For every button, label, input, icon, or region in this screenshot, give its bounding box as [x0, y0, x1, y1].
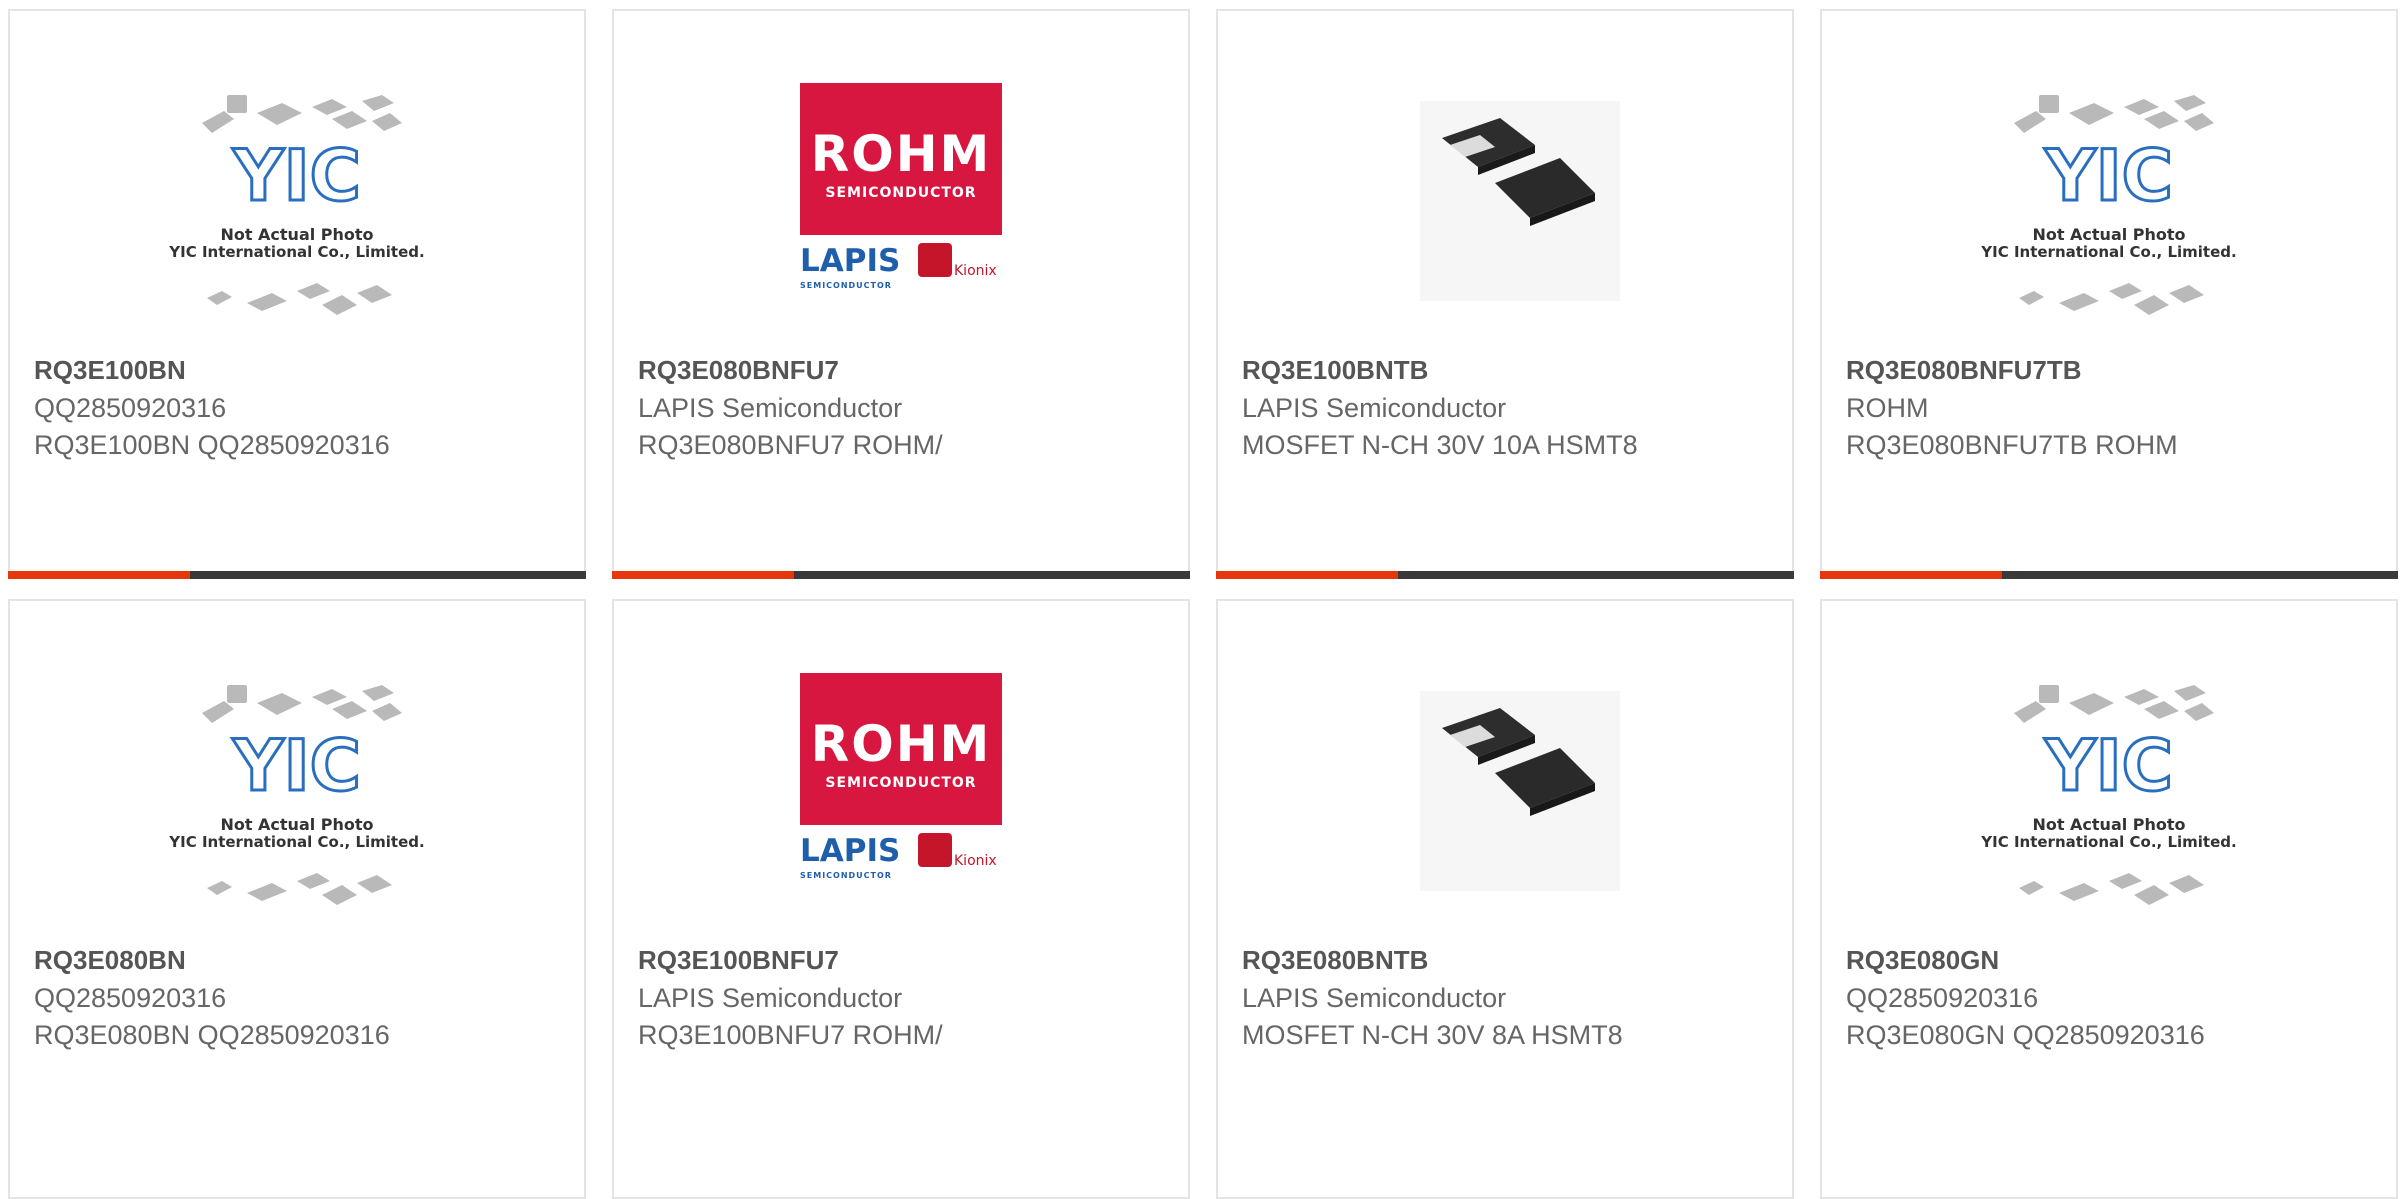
- yic-caption: Not Actual Photo: [2032, 225, 2186, 244]
- mosfet-chip-icon: [1420, 101, 1620, 301]
- card-bottom-bar: [612, 571, 1190, 579]
- product-manufacturer: LAPIS Semiconductor: [1242, 983, 1507, 1013]
- yic-caption-company: YIC International Co., Limited.: [1981, 243, 2237, 261]
- product-description: RQ3E080GN QQ2850920316: [1846, 1020, 2205, 1050]
- product-title[interactable]: RQ3E080BNFU7TB: [1846, 355, 2082, 386]
- product-image-yic-placeholder: YIC Not Actual Photo YIC International C…: [1974, 83, 2244, 353]
- product-description: MOSFET N-CH 30V 8A HSMT8: [1242, 1020, 1623, 1050]
- yic-logo: YIC: [2043, 724, 2174, 809]
- product-description: RQ3E080BN QQ2850920316: [34, 1020, 390, 1050]
- card-bottom-bar: [1216, 571, 1794, 579]
- product-title[interactable]: RQ3E080GN: [1846, 945, 1999, 976]
- product-manufacturer: QQ2850920316: [34, 393, 227, 423]
- product-image-rohm-logo: ROHM SEMICONDUCTOR LAPIS SEMICONDUCTOR K…: [766, 83, 1036, 353]
- product-image-yic-placeholder: YIC Not Actual Photo YIC International C…: [162, 673, 432, 943]
- yic-logo: YIC: [231, 134, 362, 219]
- component-icons: [202, 685, 402, 905]
- product-grid: YIC Not Actual Photo YIC International C…: [8, 9, 2398, 579]
- card-bottom-bar: [1820, 571, 2398, 579]
- rohm-logo-sub: SEMICONDUCTOR: [825, 775, 977, 791]
- product-description: RQ3E100BNFU7 ROHM/: [638, 1020, 943, 1050]
- kionix-icon: [918, 243, 952, 277]
- yic-logo: YIC: [231, 724, 362, 809]
- product-manufacturer: LAPIS Semiconductor: [638, 393, 903, 423]
- yic-caption-company: YIC International Co., Limited.: [169, 833, 425, 851]
- product-card[interactable]: YIC Not Actual Photo YIC International C…: [8, 599, 586, 1199]
- yic-caption: Not Actual Photo: [220, 225, 374, 244]
- product-card[interactable]: YIC Not Actual Photo YIC International C…: [1820, 9, 2398, 579]
- product-title[interactable]: RQ3E080BNTB: [1242, 945, 1428, 976]
- product-image-rohm-logo: ROHM SEMICONDUCTOR LAPIS SEMICONDUCTOR K…: [766, 673, 1036, 943]
- yic-caption-company: YIC International Co., Limited.: [1981, 833, 2237, 851]
- product-title[interactable]: RQ3E080BN: [34, 945, 186, 976]
- lapis-logo: LAPIS: [800, 833, 901, 869]
- kionix-logo: Kionix: [954, 853, 997, 869]
- lapis-logo-sub: SEMICONDUCTOR: [800, 871, 892, 880]
- card-accent: [1216, 571, 1398, 579]
- product-description: RQ3E080BNFU7 ROHM/: [638, 430, 943, 460]
- mosfet-chip-icon: [1420, 691, 1620, 891]
- product-manufacturer: LAPIS Semiconductor: [1242, 393, 1507, 423]
- product-title[interactable]: RQ3E100BNFU7: [638, 945, 839, 976]
- product-card[interactable]: ROHM SEMICONDUCTOR LAPIS SEMICONDUCTOR K…: [612, 599, 1190, 1199]
- product-card[interactable]: YIC Not Actual Photo YIC International C…: [1820, 599, 2398, 1199]
- product-title[interactable]: RQ3E080BNFU7: [638, 355, 839, 386]
- product-manufacturer: ROHM: [1846, 393, 1929, 423]
- rohm-logo-sub: SEMICONDUCTOR: [825, 185, 977, 201]
- product-manufacturer: QQ2850920316: [34, 983, 227, 1013]
- card-accent: [8, 571, 190, 579]
- yic-caption: Not Actual Photo: [2032, 815, 2186, 834]
- kionix-logo: Kionix: [954, 263, 997, 279]
- yic-logo: YIC: [2043, 134, 2174, 219]
- product-description: MOSFET N-CH 30V 10A HSMT8: [1242, 430, 1638, 460]
- product-grid-row-2: YIC Not Actual Photo YIC International C…: [8, 599, 2398, 1199]
- product-image-yic-placeholder: YIC Not Actual Photo YIC International C…: [1974, 673, 2244, 943]
- yic-caption-company: YIC International Co., Limited.: [169, 243, 425, 261]
- lapis-logo: LAPIS: [800, 243, 901, 279]
- product-description: RQ3E100BN QQ2850920316: [34, 430, 390, 460]
- rohm-logo: ROHM SEMICONDUCTOR: [800, 83, 1002, 235]
- product-manufacturer: QQ2850920316: [1846, 983, 2039, 1013]
- product-card[interactable]: RQ3E100BNTB LAPIS Semiconductor MOSFET N…: [1216, 9, 1794, 579]
- component-icons: [202, 95, 402, 315]
- product-title[interactable]: RQ3E100BN: [34, 355, 186, 386]
- kionix-icon: [918, 833, 952, 867]
- card-accent: [612, 571, 794, 579]
- rohm-logo-text: ROHM: [810, 715, 992, 773]
- product-card[interactable]: RQ3E080BNTB LAPIS Semiconductor MOSFET N…: [1216, 599, 1794, 1199]
- product-image-yic-placeholder: YIC Not Actual Photo YIC International C…: [162, 83, 432, 353]
- product-card[interactable]: YIC Not Actual Photo YIC International C…: [8, 9, 586, 579]
- yic-caption: Not Actual Photo: [220, 815, 374, 834]
- card-bottom-bar: [8, 571, 586, 579]
- product-title[interactable]: RQ3E100BNTB: [1242, 355, 1428, 386]
- product-card[interactable]: ROHM SEMICONDUCTOR LAPIS SEMICONDUCTOR K…: [612, 9, 1190, 579]
- product-image-chip-photo: [1370, 673, 1640, 943]
- component-icons: [2014, 95, 2214, 315]
- product-description: RQ3E080BNFU7TB ROHM: [1846, 430, 2178, 460]
- card-accent: [1820, 571, 2002, 579]
- product-manufacturer: LAPIS Semiconductor: [638, 983, 903, 1013]
- component-icons: [2014, 685, 2214, 905]
- rohm-logo: ROHM SEMICONDUCTOR: [800, 673, 1002, 825]
- rohm-logo-text: ROHM: [810, 125, 992, 183]
- lapis-logo-sub: SEMICONDUCTOR: [800, 281, 892, 290]
- product-image-chip-photo: [1370, 83, 1640, 353]
